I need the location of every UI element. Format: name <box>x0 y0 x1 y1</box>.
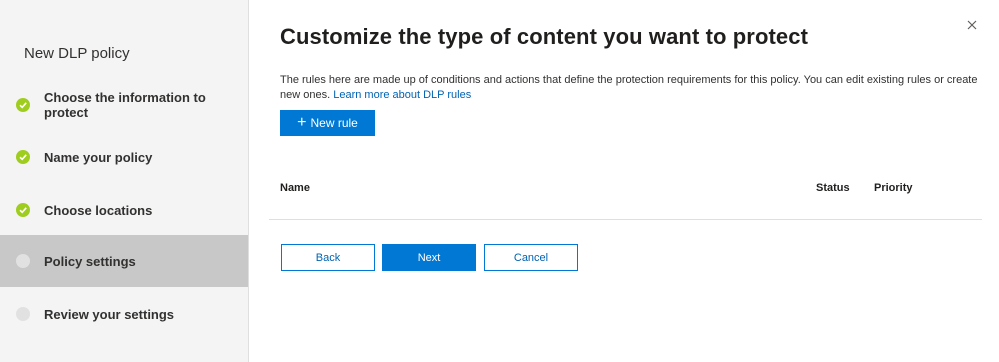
close-icon <box>967 20 977 30</box>
step-name-policy[interactable]: Name your policy <box>0 131 248 183</box>
wizard-title: New DLP policy <box>24 45 130 62</box>
check-circle-icon <box>16 150 30 164</box>
circle-icon <box>16 307 30 321</box>
check-circle-icon <box>16 203 30 217</box>
plus-icon: + <box>297 114 307 131</box>
step-label: Review your settings <box>44 306 175 322</box>
column-header-status[interactable]: Status <box>816 182 850 194</box>
back-button[interactable]: Back <box>281 244 375 271</box>
circle-icon <box>16 254 30 268</box>
page-title: Customize the type of content you want t… <box>280 24 809 49</box>
cancel-button[interactable]: Cancel <box>484 244 578 271</box>
step-label: Choose the information to protect <box>44 90 206 120</box>
page-description: The rules here are made up of conditions… <box>280 73 980 103</box>
column-header-priority[interactable]: Priority <box>874 182 913 194</box>
wizard-sidebar: New DLP policy Choose the information to… <box>0 0 249 362</box>
learn-more-link[interactable]: Learn more about DLP rules <box>333 89 471 101</box>
new-rule-button[interactable]: + New rule <box>280 110 375 136</box>
dlp-policy-wizard: New DLP policy Choose the information to… <box>0 0 999 362</box>
step-label: Policy settings <box>44 253 136 269</box>
step-choose-locations[interactable]: Choose locations <box>0 184 248 236</box>
check-circle-icon <box>16 98 30 112</box>
new-rule-label: New rule <box>310 116 358 130</box>
step-review-settings[interactable]: Review your settings <box>0 288 248 340</box>
next-button[interactable]: Next <box>382 244 476 271</box>
step-label: Choose locations <box>44 202 153 218</box>
close-button[interactable] <box>964 17 980 33</box>
step-label: Name your policy <box>44 149 153 165</box>
rules-table-header: Name Status Priority <box>269 176 982 220</box>
step-choose-information[interactable]: Choose the information to protect <box>0 79 248 131</box>
column-header-name[interactable]: Name <box>280 182 310 194</box>
step-policy-settings[interactable]: Policy settings <box>0 235 248 287</box>
